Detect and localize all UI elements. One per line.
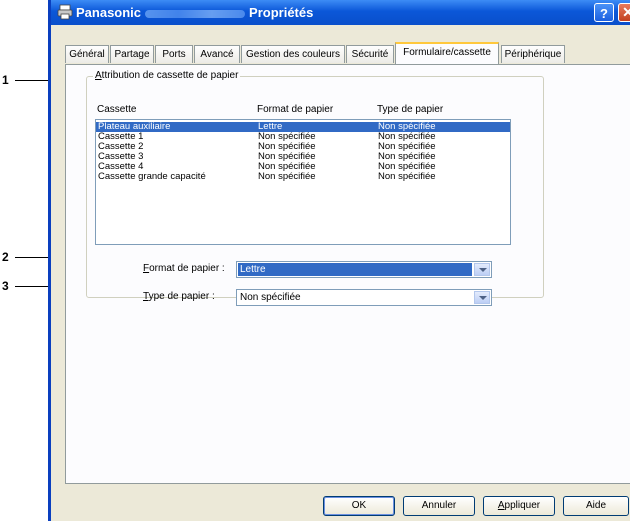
paper-format-select[interactable]: Lettre [236, 261, 492, 278]
chevron-down-icon[interactable] [474, 291, 490, 304]
list-item[interactable]: Cassette grande capacité Non spécifiée N… [96, 172, 510, 182]
tab-form-cassette[interactable]: Formulaire/cassette [395, 42, 499, 64]
close-button[interactable]: ✕ [618, 3, 630, 22]
cassette-list[interactable]: Plateau auxiliaire Lettre Non spécifiée … [95, 119, 511, 245]
tab-panel-form-cassette: Attribution de cassette de papier Casset… [65, 64, 630, 484]
cancel-button[interactable]: Annuler [403, 496, 475, 516]
properties-dialog: Panasonic Propriétés ? ✕ Général Partage … [48, 0, 630, 521]
paper-type-select[interactable]: Non spécifiée [236, 289, 492, 306]
group-title: Attribution de cassette de papier [93, 70, 241, 81]
tab-sharing[interactable]: Partage [110, 45, 154, 63]
tab-security[interactable]: Sécurité [346, 45, 394, 63]
ok-button[interactable]: OK [323, 496, 395, 516]
cassette-assignment-group: Attribution de cassette de papier Casset… [86, 70, 544, 306]
redacted-model-name [145, 9, 246, 18]
column-header-paper-type: Type de papier [377, 104, 444, 115]
title-bar[interactable]: Panasonic Propriétés ? ✕ [51, 0, 630, 25]
printer-icon [57, 4, 73, 20]
chevron-down-icon[interactable] [474, 263, 490, 276]
tab-color-management[interactable]: Gestion des couleurs [241, 45, 345, 63]
callout-number: 2 [2, 250, 9, 264]
tab-advanced[interactable]: Avancé [194, 45, 240, 63]
title-suffix: Propriétés [249, 5, 314, 20]
column-header-paper-format: Format de papier [257, 104, 334, 115]
window-title: Panasonic Propriétés [76, 5, 313, 20]
callout-number: 3 [2, 279, 9, 293]
column-header-cassette: Cassette [97, 104, 137, 115]
title-brand: Panasonic [76, 5, 142, 20]
paper-type-value: Non spécifiée [240, 292, 301, 303]
tab-device[interactable]: Périphérique [501, 45, 565, 63]
apply-button[interactable]: Appliquer [483, 496, 555, 516]
paper-format-value: Lettre [238, 263, 472, 276]
paper-format-label: Format de papier : [143, 263, 225, 274]
tab-general[interactable]: Général [65, 45, 109, 63]
tab-ports[interactable]: Ports [155, 45, 193, 63]
help-button[interactable]: ? [594, 3, 614, 22]
paper-type-label: Type de papier : [143, 291, 215, 302]
callout-number: 1 [2, 73, 9, 87]
help-text-button[interactable]: Aide [563, 496, 629, 516]
